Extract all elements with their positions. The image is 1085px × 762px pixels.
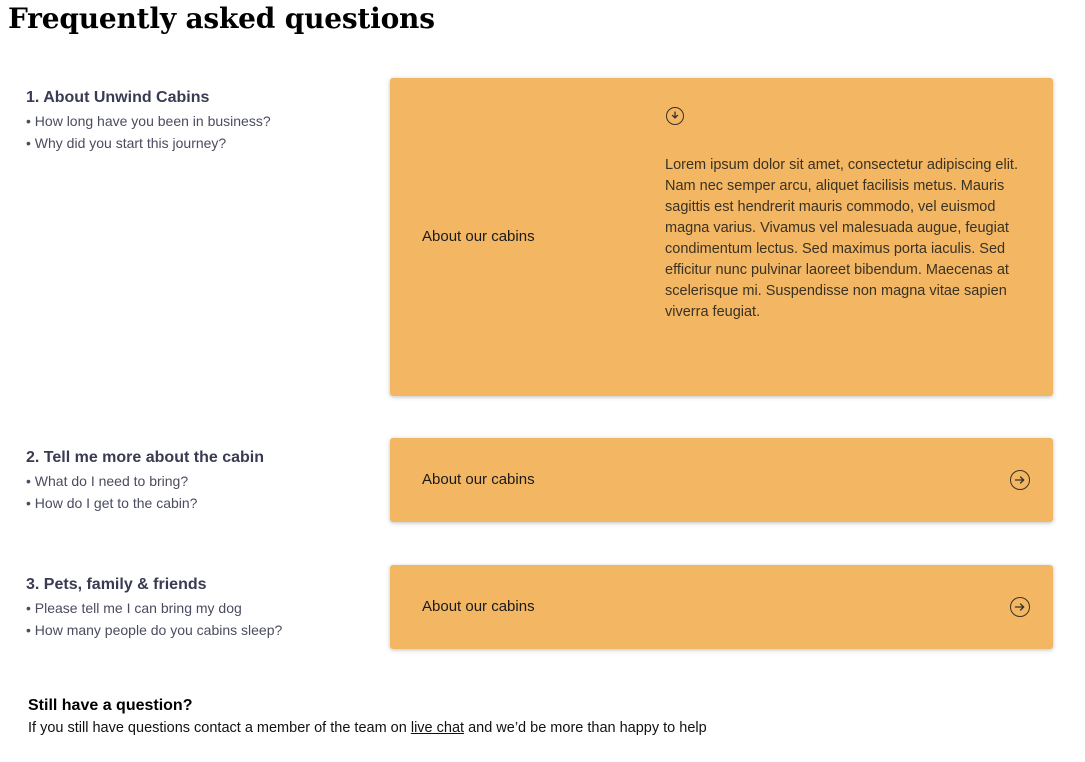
faq-section-title: 2. Tell me more about the cabin — [26, 449, 264, 466]
live-chat-link[interactable]: live chat — [411, 720, 464, 736]
arrow-right-circle-icon[interactable] — [1010, 470, 1030, 490]
faq-card-answer-text: Lorem ipsum dolor sit amet, consectetur … — [665, 157, 1018, 320]
faq-question-item: • How long have you been in business? — [26, 113, 271, 129]
faq-section-3-summary: 3. Pets, family & friends • Please tell … — [26, 576, 282, 641]
arrow-right-circle-icon[interactable] — [1010, 597, 1030, 617]
faq-card-3-collapsed[interactable]: About our cabins — [390, 565, 1053, 649]
contact-heading: Still have a question? — [28, 697, 193, 714]
faq-question-item: • Why did you start this journey? — [26, 135, 227, 151]
chevron-down-circle-icon[interactable] — [666, 107, 684, 125]
faq-question-item: • How many people do you cabins sleep? — [26, 622, 283, 638]
page-title: Frequently asked questions — [8, 2, 435, 35]
faq-card-1-expanded[interactable]: About our cabins Lorem ipsum dolor sit a… — [390, 78, 1053, 396]
faq-section-1-summary: 1. About Unwind Cabins • How long have y… — [26, 89, 271, 154]
faq-question-item: • How do I get to the cabin? — [26, 495, 198, 511]
contact-text: If you still have questions contact a me… — [28, 720, 707, 736]
faq-section-title: 1. About Unwind Cabins — [26, 89, 210, 106]
faq-section-title: 3. Pets, family & friends — [26, 576, 207, 593]
faq-card-label: About our cabins — [422, 471, 535, 488]
faq-card-2-collapsed[interactable]: About our cabins — [390, 438, 1053, 522]
contact-text-before: If you still have questions contact a me… — [28, 720, 411, 736]
faq-card-label: About our cabins — [422, 598, 535, 615]
contact-text-after: and we’d be more than happy to help — [464, 720, 707, 736]
faq-question-item: • Please tell me I can bring my dog — [26, 600, 242, 616]
faq-card-label: About our cabins — [422, 228, 535, 245]
faq-question-item: • What do I need to bring? — [26, 473, 189, 489]
faq-section-2-summary: 2. Tell me more about the cabin • What d… — [26, 449, 264, 514]
